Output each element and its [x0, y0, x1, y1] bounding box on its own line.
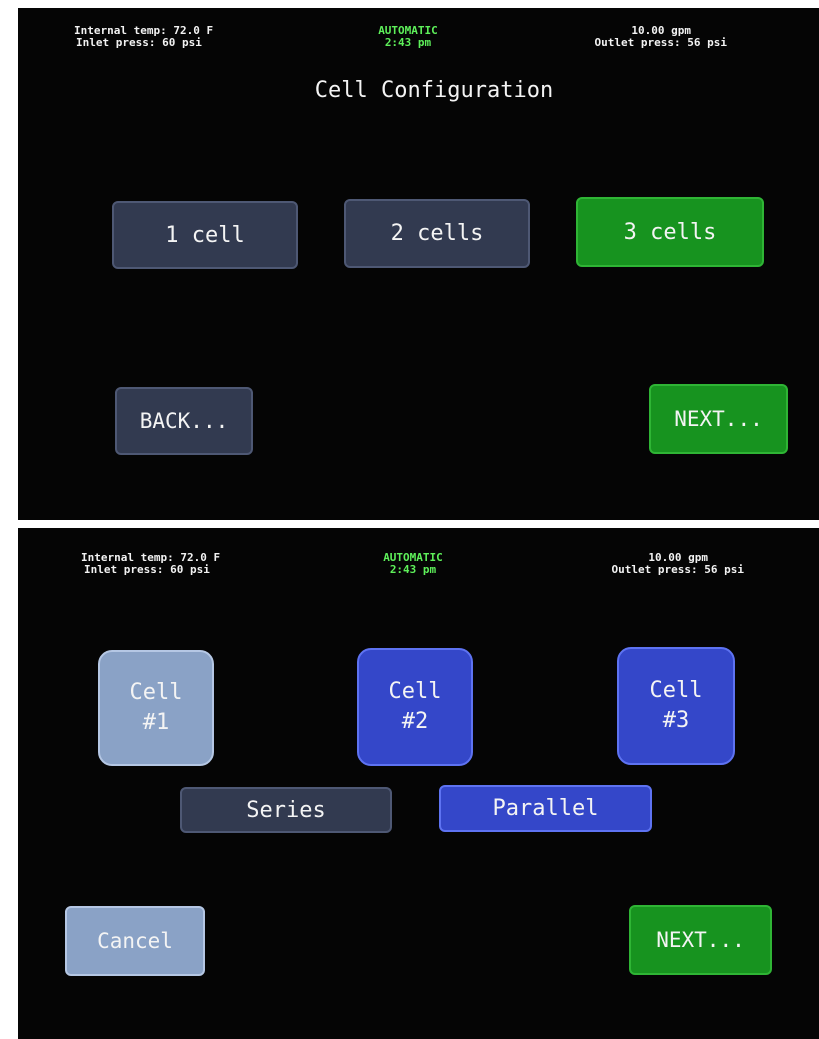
- status-left: Internal temp: 72.0 F Inlet press: 60 ps…: [81, 552, 220, 576]
- cell-1-button[interactable]: Cell #1: [98, 650, 214, 766]
- status-center: AUTOMATIC 2:43 pm: [358, 25, 458, 49]
- two-cells-option-button[interactable]: 2 cells: [344, 199, 530, 268]
- page-title: Cell Configuration: [314, 78, 554, 103]
- inlet-press-readout: Inlet press: 60 psi: [84, 563, 210, 576]
- next-button[interactable]: NEXT...: [649, 384, 788, 454]
- status-right: 10.00 gpm Outlet press: 56 psi: [612, 552, 744, 576]
- status-center: AUTOMATIC 2:43 pm: [363, 552, 463, 576]
- cell-1-label: Cell: [129, 680, 183, 705]
- one-cell-option-button[interactable]: 1 cell: [112, 201, 298, 269]
- cell-configuration-screen: Internal temp: 72.0 F Inlet press: 60 ps…: [18, 8, 819, 520]
- outlet-press-readout: Outlet press: 56 psi: [594, 36, 727, 49]
- parallel-button[interactable]: Parallel: [439, 785, 652, 832]
- series-button[interactable]: Series: [180, 787, 392, 833]
- cancel-button[interactable]: Cancel: [65, 906, 205, 976]
- status-right: 10.00 gpm Outlet press: 56 psi: [595, 25, 727, 49]
- cell-2-button[interactable]: Cell #2: [357, 648, 473, 766]
- cell-wiring-screen: Internal temp: 72.0 F Inlet press: 60 ps…: [18, 528, 819, 1039]
- clock: 2:43 pm: [389, 563, 437, 576]
- cell-3-label: Cell: [649, 678, 703, 703]
- cell-3-number: #3: [662, 708, 690, 733]
- three-cells-option-button[interactable]: 3 cells: [576, 197, 764, 267]
- outlet-press-readout: Outlet press: 56 psi: [611, 563, 744, 576]
- clock: 2:43 pm: [384, 36, 432, 49]
- status-left: Internal temp: 72.0 F Inlet press: 60 ps…: [74, 25, 213, 49]
- next-button[interactable]: NEXT...: [629, 905, 772, 975]
- back-button[interactable]: BACK...: [115, 387, 253, 455]
- cell-2-number: #2: [401, 709, 429, 734]
- cell-1-number: #1: [142, 710, 170, 735]
- inlet-press-readout: Inlet press: 60 psi: [76, 36, 202, 49]
- cell-2-label: Cell: [388, 679, 442, 704]
- cell-3-button[interactable]: Cell #3: [617, 647, 735, 765]
